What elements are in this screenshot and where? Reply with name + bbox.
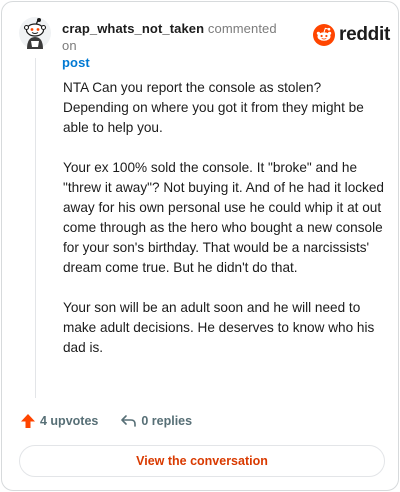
post-link[interactable]: post	[62, 54, 90, 71]
author-username[interactable]: crap_whats_not_taken	[62, 21, 204, 36]
view-conversation-button[interactable]: View the conversation	[19, 445, 385, 477]
comment-paragraph: NTA Can you report the console as stolen…	[63, 80, 364, 135]
snoo-avatar-icon	[19, 17, 51, 49]
replies-button[interactable]: 0 replies	[120, 413, 192, 429]
upvote-count: 4 upvotes	[40, 414, 99, 428]
upvote-button[interactable]: 4 upvotes	[20, 413, 98, 429]
reply-count: 0 replies	[141, 414, 193, 428]
reddit-brand[interactable]: reddit	[313, 23, 390, 47]
comment-paragraph: Your ex 100% sold the console. It "broke…	[63, 160, 384, 275]
avatar[interactable]	[18, 16, 52, 50]
upvote-arrow-icon	[21, 414, 35, 428]
thread-line	[35, 58, 36, 398]
comment-paragraph: Your son will be an adult soon and he wi…	[63, 300, 375, 355]
reddit-wordmark: reddit	[339, 24, 390, 45]
reply-arrow-icon	[121, 415, 137, 427]
embedded-comment-card: crap_whats_not_taken commented on post r…	[1, 1, 399, 491]
comment-body: NTA Can you report the console as stolen…	[63, 78, 385, 378]
reddit-logo-icon	[313, 24, 335, 46]
comment-actions: 4 upvotes 0 replies	[20, 412, 192, 430]
comment-header: crap_whats_not_taken commented on post	[62, 20, 292, 71]
